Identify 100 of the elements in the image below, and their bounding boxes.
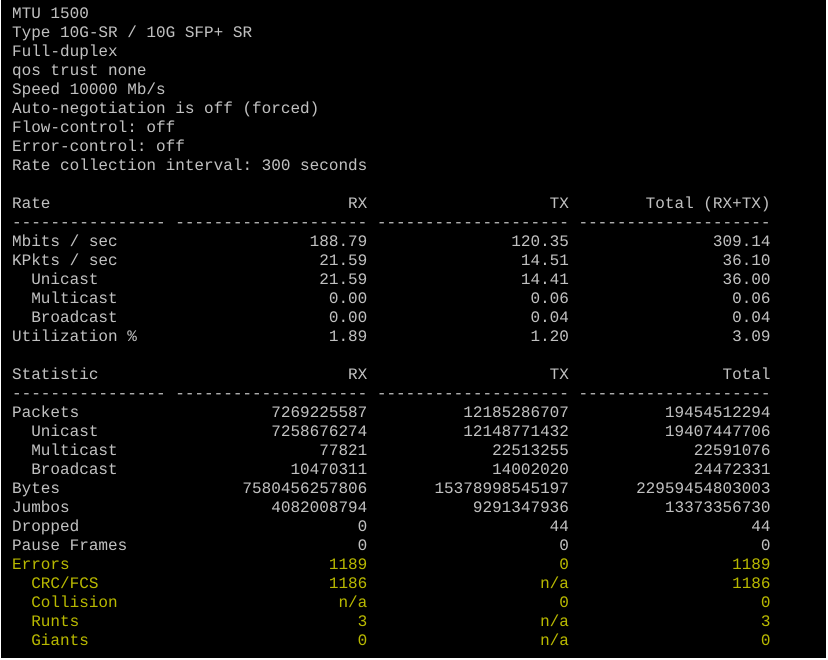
table-cell-text: 4082008794 (270, 499, 368, 518)
column-header: TX (548, 195, 569, 214)
table-cell-text: 24472331 (692, 461, 770, 480)
table-cell-text: 14.51 (520, 252, 569, 271)
table-cell-text: 15378998545197 (433, 480, 569, 499)
table-cell-text: 21.59 (318, 271, 368, 290)
row-label: Jumbos (12, 499, 71, 518)
row-label: Utilization % (12, 328, 138, 347)
table-cell-text: 77821 (318, 442, 368, 461)
row-label: Multicast (30, 442, 119, 461)
terminal-line: Flow-control: off (12, 119, 176, 137)
table-cell-text: 0.06 (731, 290, 770, 309)
table-cell-text: 7269225587 (270, 404, 368, 423)
table-cell-text: 19407447706 (664, 423, 770, 442)
table-cell-text: 36.10 (721, 252, 770, 271)
terminal-line: Speed 10000 Mb/s (12, 81, 166, 99)
row-label: Runts (30, 613, 80, 632)
rule-line: -------------------- (175, 214, 368, 233)
table-cell-text: 1189 (731, 556, 770, 575)
terminal-line: Auto-negotiation is off (forced) (12, 100, 320, 118)
table-cell-text: 1186 (731, 575, 770, 594)
row-label: Multicast (30, 290, 119, 309)
table-cell-text: 188.79 (308, 233, 368, 252)
table-cell-text: 0.04 (731, 309, 770, 328)
table-cell-text: 0 (356, 632, 368, 651)
table-cell-text: 3 (356, 613, 368, 632)
table-cell-text: 22513255 (491, 442, 569, 461)
table-cell-text: 19454512294 (664, 404, 770, 423)
row-label: Unicast (30, 271, 100, 290)
row-label: Bytes (12, 480, 62, 499)
row-label: Broadcast (30, 461, 119, 480)
rule-line: -------------------- (376, 385, 569, 404)
table-cell-text: 1186 (328, 575, 368, 594)
table-cell-text: 120.35 (510, 233, 569, 252)
table-cell-text: 1.89 (328, 328, 368, 347)
table-cell-text: 9291347936 (472, 499, 569, 518)
rule-line: -------------------- (578, 214, 770, 233)
table-cell-text: 0 (558, 556, 569, 575)
column-header: Total (721, 366, 770, 385)
table-cell-text: 0 (356, 518, 368, 537)
table-cell-text: 12148771432 (462, 423, 569, 442)
terminal-line: Type 10G-SR / 10G SFP+ SR (12, 24, 252, 42)
row-label: Giants (30, 632, 90, 651)
table-cell-text: 12185286707 (462, 404, 569, 423)
table-cell-text: 1189 (328, 556, 368, 575)
table-cell-text: 0.06 (529, 290, 569, 309)
table-cell-text: 0 (558, 537, 569, 556)
table-cell-text: 44 (750, 518, 770, 537)
row-label: Dropped (12, 518, 80, 537)
terminal-line: Error-control: off (12, 138, 185, 156)
table-cell-text: 14.41 (520, 271, 569, 290)
table-cell-text: 1.20 (529, 328, 569, 347)
row-label: Mbits / sec (12, 233, 119, 252)
rule-line: -------------------- (376, 214, 569, 233)
rule-line: ---------------- (12, 214, 166, 233)
column-header: RX (347, 366, 368, 385)
table-cell-text: 22959454803003 (635, 480, 770, 499)
table-cell-text: 0.04 (529, 309, 569, 328)
terminal-line: qos trust none (12, 62, 146, 80)
row-label: Broadcast (30, 309, 119, 328)
table-cell-text: 3.09 (731, 328, 770, 347)
terminal-line: Rate collection interval: 300 seconds (12, 157, 368, 175)
column-header: TX (548, 366, 569, 385)
row-label: KPkts / sec (12, 252, 119, 271)
table-cell-text: 0 (558, 594, 569, 613)
table-cell-text: n/a (337, 594, 368, 613)
table-cell-text: 0 (760, 632, 770, 651)
table-cell-text: n/a (539, 632, 569, 651)
table-cell-text: 36.00 (721, 271, 770, 290)
table-cell-text: 0 (760, 594, 770, 613)
terminal-line: Full-duplex (12, 43, 118, 61)
row-label: Packets (12, 404, 80, 423)
table-cell-text: 22591076 (692, 442, 770, 461)
row-label: Pause Frames (12, 537, 128, 556)
table-cell-text: 44 (548, 518, 569, 537)
table-cell-text: 21.59 (318, 252, 368, 271)
table-cell-text: 309.14 (712, 233, 770, 252)
rule-line: ---------------- (12, 385, 166, 404)
table-cell-text: 0 (760, 537, 770, 556)
table-cell-text: 0.00 (328, 309, 368, 328)
table-cell-text: 7580456257806 (241, 480, 368, 499)
table-cell-text: n/a (539, 575, 569, 594)
row-label: Errors (12, 556, 71, 575)
column-header: Rate (12, 195, 52, 214)
row-label: CRC/FCS (30, 575, 100, 594)
rule-line: -------------------- (175, 385, 368, 404)
table-cell-text: 13373356730 (664, 499, 770, 518)
table-cell-text: n/a (539, 613, 569, 632)
table-cell-text: 7258676274 (270, 423, 368, 442)
table-cell-text: 10470311 (289, 461, 368, 480)
rule-line: -------------------- (578, 385, 770, 404)
terminal-line: MTU 1500 (12, 5, 89, 23)
row-label: Unicast (30, 423, 100, 442)
column-header: Total (RX+TX) (644, 195, 770, 214)
column-header: Statistic (12, 366, 100, 385)
row-label: Collision (30, 594, 119, 613)
table-cell-text: 0.00 (328, 290, 368, 309)
table-cell-text: 0 (356, 537, 368, 556)
table-cell-text: 3 (760, 613, 770, 632)
column-header: RX (347, 195, 368, 214)
